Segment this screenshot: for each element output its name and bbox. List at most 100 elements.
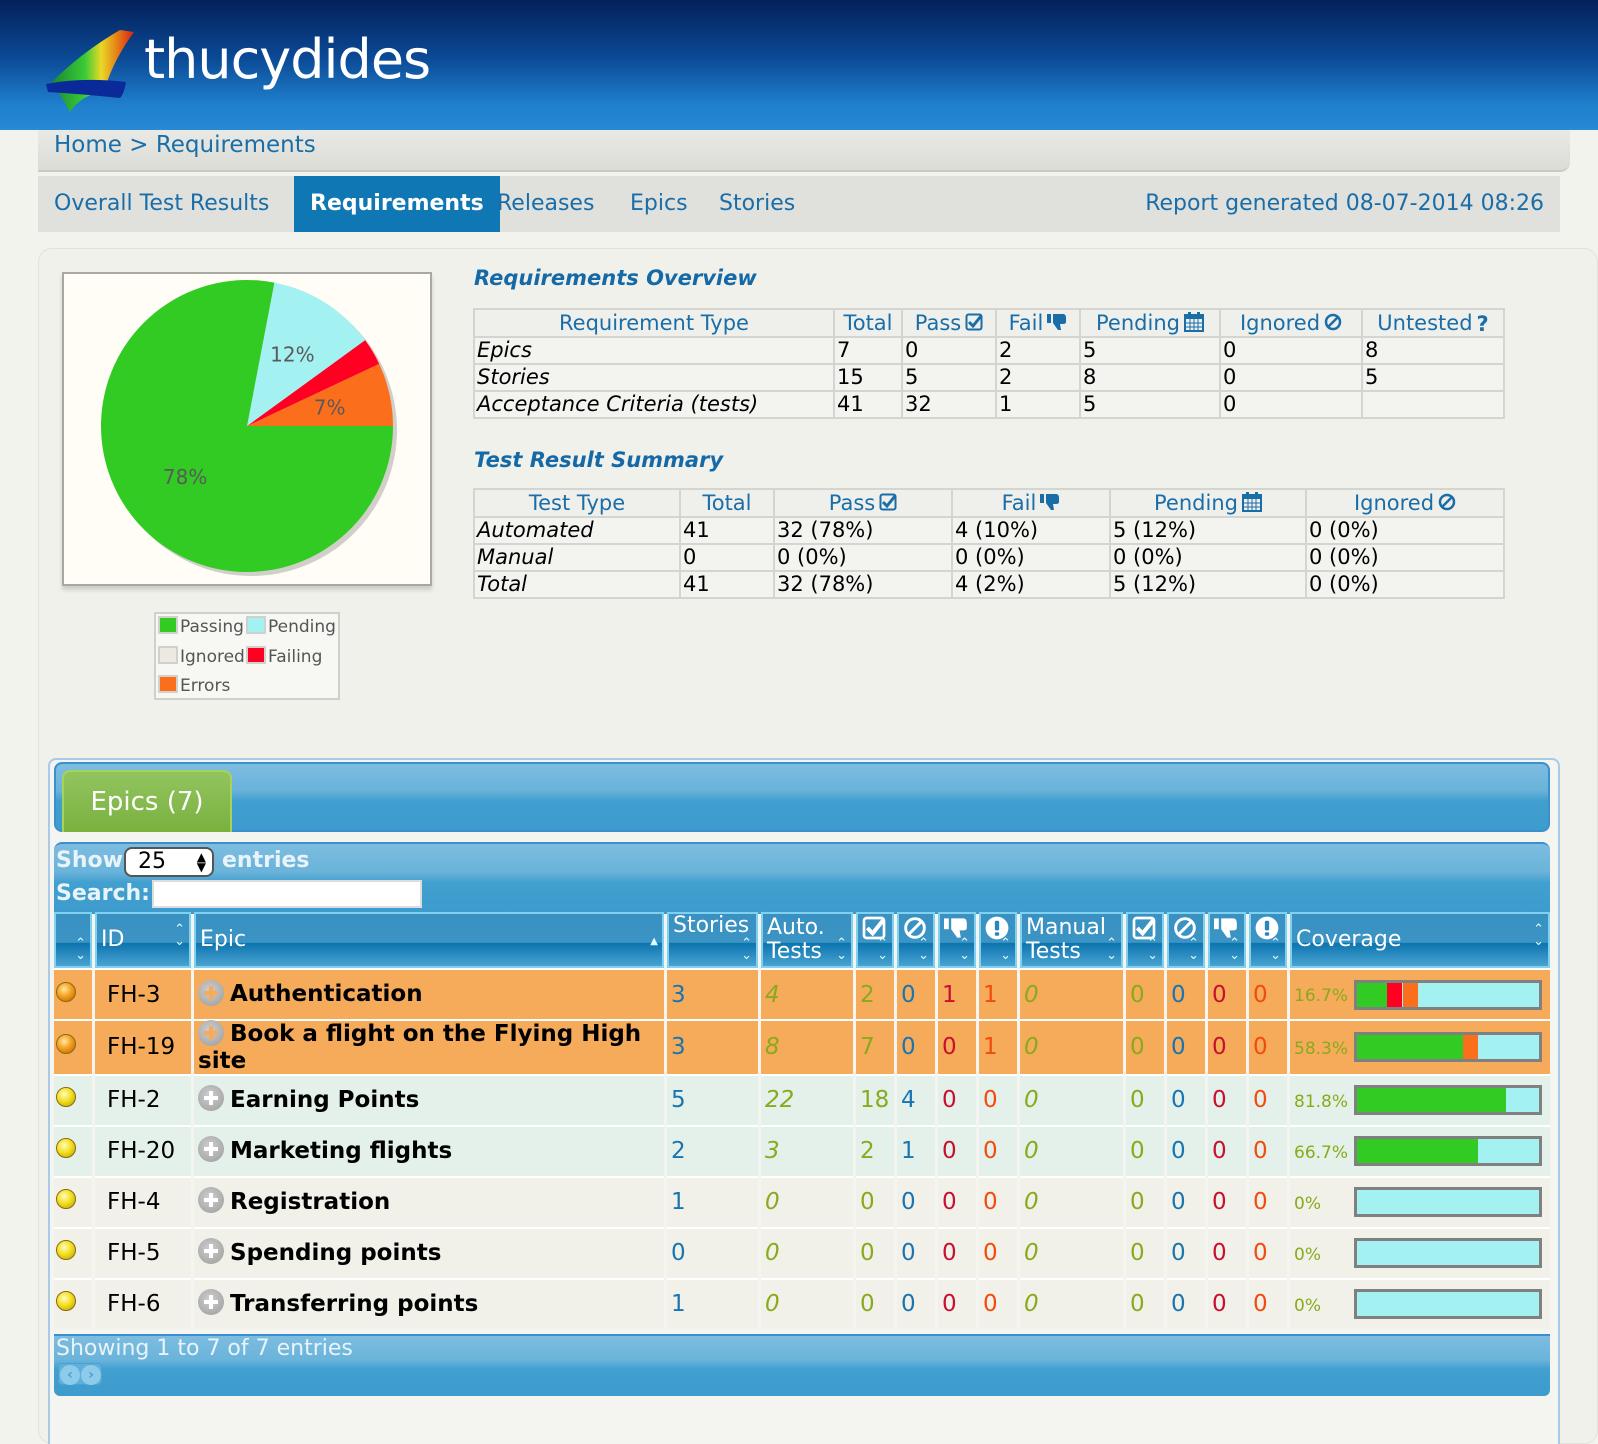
test-result-summary-table: Test Type Total Pass Fail Pending Ignore… [473,488,1505,599]
cell-id: FH-4 [95,1175,191,1227]
col-manual-tests[interactable]: Manual Tests ⌃ ⌄ [1020,912,1123,968]
epics-header [54,762,1550,832]
coverage-bar [1354,1032,1542,1063]
cell-type: Automated [473,516,681,545]
col-manual-error[interactable]: ⌃ ⌄ [1249,912,1287,968]
cell-manual-fail: 0 [1208,1019,1246,1074]
epic-name-link[interactable]: Registration [230,1189,390,1215]
header-banner: thucydides [0,0,1598,130]
cell-manual-fail: 0 [1208,968,1246,1019]
previous-page-icon[interactable]: ‹ [60,1365,80,1385]
col-stories[interactable]: Stories ⌃ ⌄ [667,912,758,968]
col-auto-pass[interactable]: ⌃ ⌄ [856,912,894,968]
tab-overall-test-results[interactable]: Overall Test Results [38,176,285,232]
cell-manual-error: 0 [1249,1073,1287,1125]
col-coverage[interactable]: Coverage ⌃ ⌄ [1290,912,1550,968]
breadcrumb[interactable]: Home > Requirements [54,130,316,160]
cell-untested: 5 [1361,363,1505,392]
legend-swatch-failing [248,648,264,662]
table-row[interactable]: FH-6 Transferring points 1 0 0 0 0 0 0 0 0 0 0 0% [54,1277,1550,1329]
table-row[interactable]: FH-3 Authentication 3 4 2 0 1 1 0 0 0 0 0 16.7% [54,968,1550,1019]
cell-fail: 4 (10%) [951,516,1111,545]
expand-icon[interactable] [198,1238,224,1265]
status-cell [54,1175,92,1227]
col-id[interactable]: ID ⌃ ⌄ [95,912,191,968]
pie-chart-box: 7% 12% 78% [62,272,432,586]
epic-name-link[interactable]: Spending points [230,1240,441,1266]
expand-icon[interactable] [198,979,224,1006]
epic-name-link[interactable]: Marketing flights [230,1138,452,1164]
legend-swatch-pending [248,618,264,632]
tab-releases[interactable]: Releases [481,176,610,232]
status-cell [54,1124,92,1176]
cell-total: 41 [679,570,775,599]
cell-auto-tests: 8 [761,1019,853,1074]
epic-name-link[interactable]: Authentication [230,981,423,1007]
col-auto-tests[interactable]: Auto. Tests ⌃ ⌄ [761,912,853,968]
search-input[interactable] [152,880,422,908]
table-row[interactable]: FH-2 Earning Points 5 22 18 4 0 0 0 0 0 0 0 81.8% [54,1073,1550,1125]
page-size-select[interactable]: 25 ▲ ▼ [124,847,214,877]
expand-icon[interactable] [198,1187,224,1214]
table-row[interactable]: FH-4 Registration 1 0 0 0 0 0 0 0 0 0 0 0% [54,1175,1550,1227]
col-manual-ignored[interactable]: ⌃ ⌄ [1167,912,1205,968]
cell-fail: 2 [995,363,1081,392]
pie-label-errors: 7% [314,396,346,420]
table-row[interactable]: FH-20 Marketing flights 2 3 2 1 0 0 0 0 0 0 0 66.7% [54,1124,1550,1176]
legend-item-passing: Passing [158,614,244,640]
expand-icon[interactable] [198,1019,224,1046]
epic-name-link[interactable]: Book a flight on the Flying High site [198,1021,641,1074]
epics-tab[interactable]: Epics (7) [62,770,232,832]
ignored-icon [1438,493,1456,511]
cell-auto-pass: 18 [856,1073,894,1125]
cell-pass: 0 (0%) [773,543,953,572]
col-manual-pass[interactable]: ⌃ ⌄ [1126,912,1164,968]
expand-icon[interactable] [198,1289,224,1316]
page-size-value: 25 [138,849,166,874]
expand-icon[interactable] [198,1085,224,1112]
cell-pending: 5 (12%) [1109,570,1307,599]
col-auto-ignored[interactable]: ⌃ ⌄ [897,912,935,968]
col-manual-fail[interactable]: ⌃ ⌄ [1208,912,1246,968]
cell-manual-ignored: 0 [1167,1175,1205,1227]
cell-type: Epics [473,336,835,365]
status-bulb-icon [56,1138,76,1158]
col-epic[interactable]: Epic ▲ [194,912,664,968]
coverage-bar-passing [1357,1088,1506,1112]
status-cell [54,968,92,1019]
cell-ignored: 0 [1219,390,1363,419]
cell-coverage: 81.8% [1290,1073,1550,1125]
legend-item-failing: Failing [246,644,322,670]
table-row[interactable]: FH-5 Spending points 0 0 0 0 0 0 0 0 0 0 0 0% [54,1226,1550,1278]
col-status[interactable]: ⌃ ⌄ [54,912,92,968]
cell-epic: Transferring points [194,1277,664,1329]
epic-name-link[interactable]: Transferring points [230,1291,478,1317]
cell-auto-fail: 0 [938,1226,976,1278]
sort-icon: ⌃ ⌄ [1147,936,1158,963]
tab-requirements[interactable]: Requirements [294,176,500,232]
col-pass: Pass [901,308,997,338]
cell-auto-ignored: 1 [897,1124,935,1176]
cell-auto-error: 1 [979,968,1017,1019]
status-bulb-icon [56,1240,76,1260]
table-row[interactable]: FH-19 Book a flight on the Flying High si… [54,1019,1550,1074]
cell-ignored: 0 [1219,336,1363,365]
cell-manual-ignored: 0 [1167,1073,1205,1125]
tab-epics[interactable]: Epics [614,176,704,232]
tab-stories[interactable]: Stories [703,176,811,232]
check-icon [965,313,983,331]
expand-icon[interactable] [198,1136,224,1163]
epic-name-link[interactable]: Earning Points [230,1087,419,1113]
cell-manual-tests: 0 [1020,1073,1123,1125]
cell-manual-ignored: 0 [1167,1019,1205,1074]
sort-icon: ⌃ ⌄ [75,936,86,963]
cell-auto-error: 0 [979,1124,1017,1176]
col-auto-fail[interactable]: ⌃ ⌄ [938,912,976,968]
table-row: Manual 0 0 (0%) 0 (0%) 0 (0%) 0 (0%) [473,543,1505,572]
calendar-icon [1183,312,1204,332]
col-auto-error[interactable]: ⌃ ⌄ [979,912,1017,968]
next-page-icon[interactable]: › [81,1365,101,1385]
cell-manual-tests: 0 [1020,1226,1123,1278]
cell-manual-ignored: 0 [1167,968,1205,1019]
cell-auto-pass: 0 [856,1175,894,1227]
